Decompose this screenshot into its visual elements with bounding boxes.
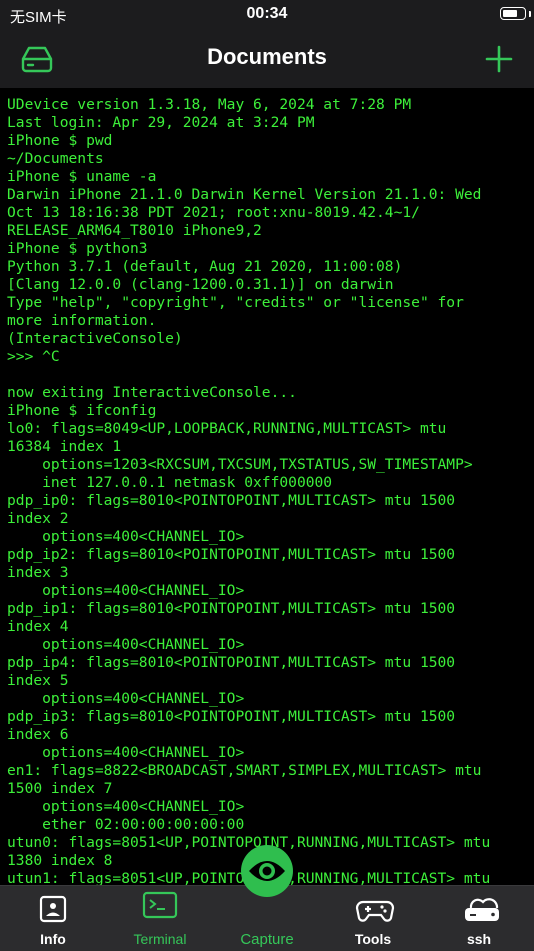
terminal-line: >>> ^C [7, 348, 60, 365]
terminal-line: iPhone $ python3 [7, 240, 148, 257]
terminal-line: options=400<CHANNEL_IO> [7, 528, 245, 545]
capture-button[interactable] [241, 845, 293, 897]
tab-label-tools: Tools [354, 931, 392, 947]
terminal-line: inet 127.0.0.1 netmask 0xff000000 [7, 474, 333, 491]
terminal-line: pdp_ip3: flags=8010<POINTOPOINT,MULTICAS… [7, 708, 456, 725]
terminal-line: Last login: Apr 29, 2024 at 3:24 PM [7, 114, 315, 131]
terminal-line: Python 3.7.1 (default, Aug 21 2020, 11:0… [7, 258, 403, 275]
terminal-line: [Clang 12.0.0 (clang-1200.0.31.1)] on da… [7, 276, 394, 293]
terminal-line: options=400<CHANNEL_IO> [7, 744, 245, 761]
terminal-line: en1: flags=8822<BROADCAST,SMART,SIMPLEX,… [7, 762, 482, 779]
tab-label-info: Info [40, 931, 66, 947]
terminal-output[interactable]: UDevice version 1.3.18, May 6, 2024 at 7… [0, 88, 534, 888]
terminal-line: pdp_ip4: flags=8010<POINTOPOINT,MULTICAS… [7, 654, 456, 671]
terminal-line: now exiting InteractiveConsole... [7, 384, 297, 401]
terminal-line: 1500 index 7 [7, 780, 113, 797]
terminal-line: index 3 [7, 564, 69, 581]
page-title: Documents [207, 44, 327, 69]
terminal-line: pdp_ip2: flags=8010<POINTOPOINT,MULTICAS… [7, 546, 456, 563]
terminal-line: iPhone $ uname -a [7, 168, 157, 185]
tab-label-terminal: Terminal [133, 931, 187, 947]
tab-label-capture: Capture [240, 931, 294, 948]
terminal-line: options=400<CHANNEL_IO> [7, 636, 245, 653]
cloud-drive-icon [461, 894, 499, 926]
terminal-line: options=1203<RXCSUM,TXCSUM,TXSTATUS,SW_T… [7, 456, 473, 473]
terminal-line: ~/Documents [7, 150, 104, 167]
terminal-line: lo0: flags=8049<UP,LOOPBACK,RUNNING,MULT… [7, 420, 447, 437]
terminal-line: Oct 13 18:16:38 PDT 2021; root:xnu-8019.… [7, 204, 420, 221]
tab-tools[interactable]: Tools [328, 886, 418, 951]
eye-icon [249, 861, 285, 881]
terminal-line: ether 02:00:00:00:00:00 [7, 816, 245, 833]
battery-icon [500, 7, 526, 20]
gamepad-icon [355, 894, 395, 926]
terminal-line: more information. [7, 312, 157, 329]
nav-bar: Documents [0, 30, 534, 88]
tab-ssh[interactable]: ssh [434, 886, 524, 951]
status-bar: 无SIM卡 00:34 [0, 0, 534, 30]
terminal-line: Type "help", "copyright", "credits" or "… [7, 294, 464, 311]
terminal-line: index 4 [7, 618, 69, 635]
terminal-line: iPhone $ ifconfig [7, 402, 157, 419]
tab-info[interactable]: Info [8, 886, 98, 951]
terminal-line: 16384 index 1 [7, 438, 122, 455]
terminal-line: options=400<CHANNEL_IO> [7, 690, 245, 707]
terminal-line: index 2 [7, 510, 69, 527]
terminal-line: index 6 [7, 726, 69, 743]
terminal-icon [142, 890, 178, 922]
battery-tip [529, 11, 531, 17]
plus-icon[interactable] [484, 44, 514, 74]
terminal-line: options=400<CHANNEL_IO> [7, 582, 245, 599]
terminal-line: 1380 index 8 [7, 852, 113, 869]
battery-level [503, 10, 517, 17]
terminal-line: pdp_ip0: flags=8010<POINTOPOINT,MULTICAS… [7, 492, 456, 509]
tab-terminal[interactable]: Terminal [115, 886, 205, 951]
terminal-line: UDevice version 1.3.18, May 6, 2024 at 7… [7, 96, 412, 113]
tab-label-ssh: ssh [466, 931, 492, 947]
terminal-line: iPhone $ pwd [7, 132, 113, 149]
terminal-line: index 5 [7, 672, 69, 689]
info-icon [35, 894, 71, 926]
terminal-line: Darwin iPhone 21.1.0 Darwin Kernel Versi… [7, 186, 482, 203]
status-time: 00:34 [246, 5, 288, 22]
terminal-line: pdp_ip1: flags=8010<POINTOPOINT,MULTICAS… [7, 600, 456, 617]
terminal-line: options=400<CHANNEL_IO> [7, 798, 245, 815]
terminal-line: RELEASE_ARM64_T8010 iPhone9,2 [7, 222, 262, 239]
terminal-line: (InteractiveConsole) [7, 330, 183, 347]
